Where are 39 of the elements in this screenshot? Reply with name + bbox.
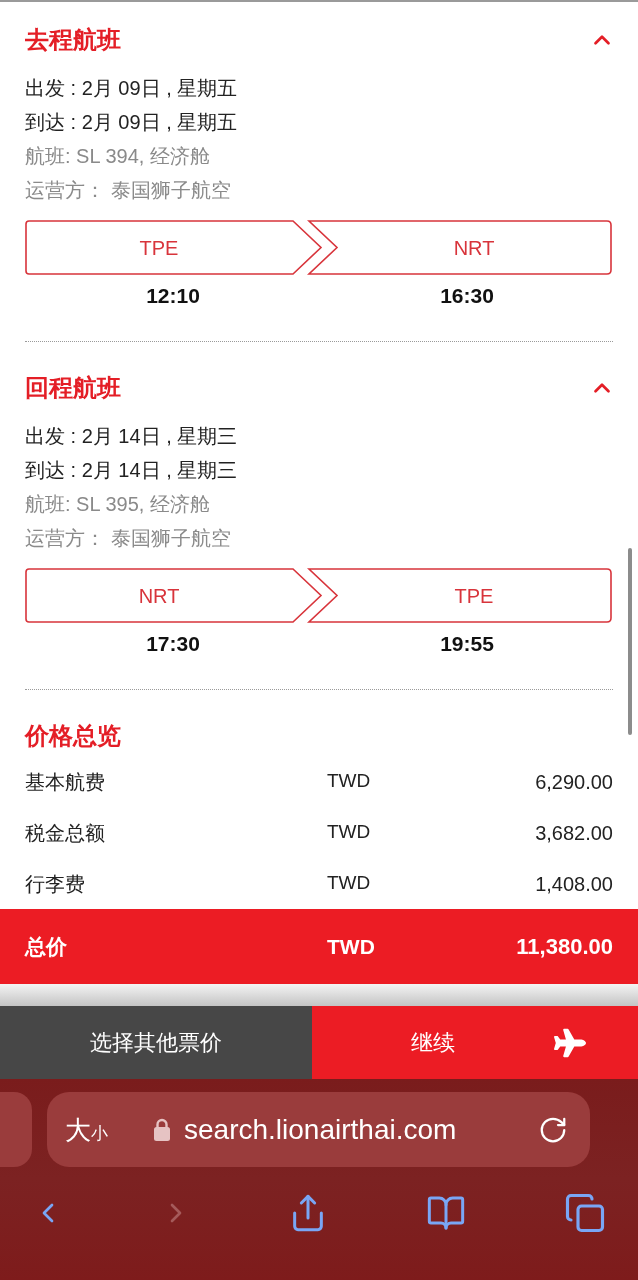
departure-time: 12:10 bbox=[146, 283, 200, 309]
address-bar[interactable]: 大小 search.lionairthai.com bbox=[47, 1092, 590, 1167]
currency-code: TWD bbox=[327, 769, 372, 794]
currency-code: TWD bbox=[327, 933, 376, 960]
fare-amount: 6,290.00 bbox=[535, 769, 613, 795]
text-size-button[interactable]: 大小 bbox=[65, 1116, 108, 1143]
total-amount: 11,380.00 bbox=[516, 933, 613, 961]
lock-icon bbox=[154, 1118, 170, 1141]
section-title: 回程航班 bbox=[25, 373, 121, 403]
currency-code: TWD bbox=[327, 820, 372, 845]
arrival-date: 到达 : 2月 14日 , 星期三 bbox=[25, 458, 238, 483]
arrival-time: 19:55 bbox=[440, 631, 494, 657]
tabs-icon[interactable] bbox=[564, 1192, 606, 1234]
fare-label: 税金总额 bbox=[25, 820, 106, 846]
departure-date: 出发 : 2月 14日 , 星期三 bbox=[25, 424, 238, 449]
flight-info: 航班: SL 395, 经济舱 bbox=[25, 492, 210, 517]
section-title: 去程航班 bbox=[25, 25, 121, 55]
continue-button[interactable]: 继续 bbox=[312, 1006, 638, 1079]
fare-amount: 1,408.00 bbox=[535, 871, 613, 897]
airport-code: NRT bbox=[138, 583, 180, 609]
airplane-icon bbox=[554, 1026, 586, 1059]
departure-date: 出发 : 2月 09日 , 星期五 bbox=[25, 76, 238, 101]
fare-label: 行李费 bbox=[25, 871, 86, 897]
flight-info: 航班: SL 394, 经济舱 bbox=[25, 144, 210, 169]
section-title: 价格总览 bbox=[25, 721, 122, 751]
total-label: 总价 bbox=[25, 933, 68, 960]
operator-info: 运营方： 泰国狮子航空 bbox=[25, 178, 231, 203]
fare-amount: 3,682.00 bbox=[535, 820, 613, 846]
airport-code: TPE bbox=[454, 583, 494, 609]
fare-label: 基本航费 bbox=[25, 769, 106, 795]
airport-code: TPE bbox=[139, 235, 179, 261]
operator-info: 运营方： 泰国狮子航空 bbox=[25, 526, 231, 551]
currency-code: TWD bbox=[327, 871, 372, 896]
arrival-time: 16:30 bbox=[440, 283, 494, 309]
departure-time: 17:30 bbox=[146, 631, 200, 657]
url-text: search.lionairthai.com bbox=[184, 1112, 457, 1147]
other-fares-button[interactable]: 选择其他票价 bbox=[0, 1006, 312, 1079]
airport-code: NRT bbox=[453, 235, 495, 261]
arrival-date: 到达 : 2月 09日 , 星期五 bbox=[25, 110, 238, 135]
